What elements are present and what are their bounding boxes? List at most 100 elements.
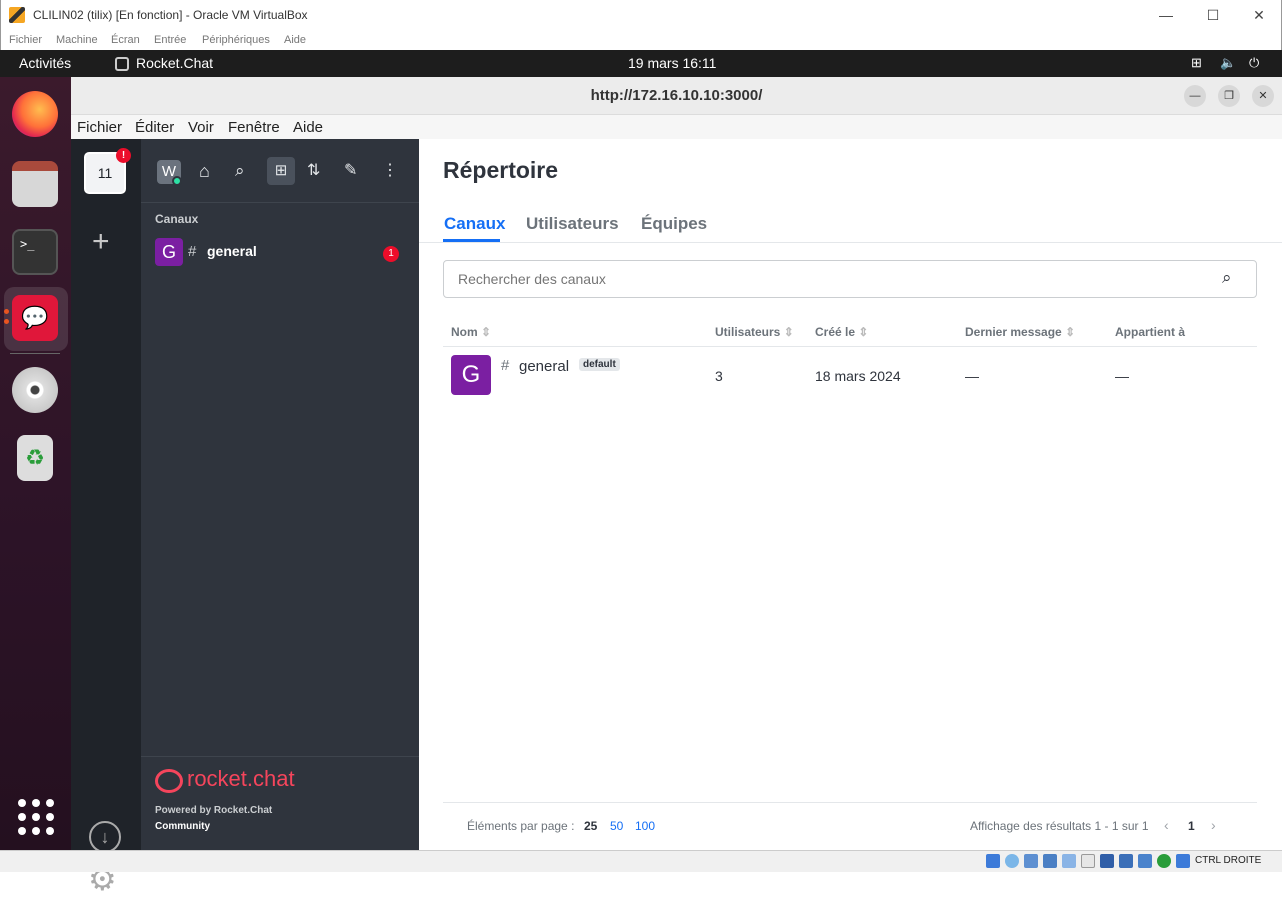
row-users: 3 — [715, 368, 723, 384]
more-options-icon[interactable]: ⋮ — [382, 160, 398, 180]
tabs-divider — [419, 242, 1282, 243]
table-row[interactable]: G # general default 3 18 mars 2024 — — — [443, 347, 1257, 407]
tab-equipes[interactable]: Équipes — [641, 214, 707, 234]
browser-window: http://172.16.10.10:3000/ — ❐ ✕ Fichier … — [71, 77, 1282, 896]
mouse-integration-icon[interactable] — [1176, 854, 1190, 868]
network-icon[interactable]: ⊞ — [1191, 55, 1202, 71]
menu-aide[interactable]: Aide — [293, 119, 323, 136]
gnome-topbar: Activités Rocket.Chat 19 mars 16:11 ⊞ 🔈 … — [0, 50, 1282, 77]
url-title: http://172.16.10.10:3000/ — [590, 87, 763, 104]
row-created: 18 mars 2024 — [815, 368, 901, 384]
create-new-icon[interactable]: ✎ — [344, 160, 357, 180]
close-button[interactable]: ✕ — [1252, 85, 1274, 107]
sort-icon: ⇕ — [858, 325, 869, 339]
search-input[interactable] — [458, 269, 1198, 289]
firefox-icon[interactable] — [12, 91, 58, 137]
search-box[interactable]: ⌕ — [443, 260, 1257, 298]
menu-fichier[interactable]: Fichier — [77, 119, 122, 136]
vb-menu-machine[interactable]: Machine — [56, 34, 98, 46]
server-rail: 11 ! + ↓ ⚙ — [71, 139, 141, 896]
disc-icon[interactable] — [12, 367, 58, 413]
display-icon[interactable] — [1100, 854, 1114, 868]
row-name: general — [519, 358, 570, 375]
optical-drive-icon[interactable] — [1005, 854, 1019, 868]
audio-icon[interactable] — [1024, 854, 1038, 868]
usb-icon[interactable] — [1062, 854, 1076, 868]
per-page-25[interactable]: 25 — [584, 819, 597, 833]
current-page[interactable]: 1 — [1188, 819, 1195, 833]
prev-page-icon[interactable]: ‹ — [1164, 817, 1169, 833]
minimize-button[interactable]: — — [1143, 4, 1189, 26]
trash-icon[interactable]: ♻ — [17, 435, 53, 481]
vb-menu-entree[interactable]: Entrée — [154, 34, 186, 46]
brand-logo: rocket.chat — [187, 766, 295, 791]
files-icon[interactable] — [12, 161, 58, 207]
rocketchat-icon[interactable]: 💬 — [12, 295, 58, 341]
maximize-button[interactable]: ☐ — [1190, 4, 1236, 26]
activities-button[interactable]: Activités — [19, 55, 71, 71]
sidebar-divider — [141, 202, 419, 203]
directory-page: Répertoire Canaux Utilisateurs Équipes ⌕… — [419, 139, 1282, 850]
next-page-icon[interactable]: › — [1211, 817, 1216, 833]
column-utilisateurs[interactable]: Utilisateurs ⇕ — [715, 325, 794, 339]
tab-canaux[interactable]: Canaux — [444, 214, 505, 234]
dock-separator — [10, 353, 60, 354]
rc-sidebar: W ⌂ ⌕ ⊞ ⇅ ✎ ⋮ Canaux G # general 1 rocke… — [141, 139, 419, 850]
menu-fenetre[interactable]: Fenêtre — [228, 119, 280, 136]
channel-avatar: G — [155, 238, 183, 266]
row-belongs: — — [1115, 368, 1129, 384]
vb-menu-fichier[interactable]: Fichier — [9, 34, 42, 46]
directory-icon[interactable]: ⊞ — [267, 157, 295, 185]
clock[interactable]: 19 mars 16:11 — [628, 55, 716, 71]
virtualization-icon[interactable] — [1157, 854, 1171, 868]
menu-voir[interactable]: Voir — [188, 119, 214, 136]
home-icon[interactable]: ⌂ — [199, 161, 210, 182]
ubuntu-dock: >_ 💬 ♻ — [0, 77, 71, 850]
menu-editer[interactable]: Éditer — [135, 119, 174, 136]
rocketchat-small-icon — [115, 57, 129, 71]
minimize-button[interactable]: — — [1184, 85, 1206, 107]
running-indicator — [4, 319, 9, 324]
search-icon[interactable]: ⌕ — [1222, 268, 1232, 288]
row-avatar: G — [451, 355, 491, 395]
download-icon[interactable]: ↓ — [89, 821, 121, 853]
shared-folders-icon[interactable] — [1081, 854, 1095, 868]
sort-icon[interactable]: ⇅ — [307, 160, 320, 180]
search-icon[interactable]: ⌕ — [235, 161, 245, 181]
vb-menu-peripheriques[interactable]: Périphériques — [202, 34, 270, 46]
channel-item-general[interactable]: G # general 1 — [141, 235, 419, 269]
host-key-label: CTRL DROITE — [1195, 855, 1262, 866]
power-icon[interactable]: ⏻ — [1249, 55, 1259, 71]
column-dernier-message[interactable]: Dernier message ⇕ — [965, 325, 1075, 339]
edition-label: Community — [155, 821, 210, 832]
app-menu-button[interactable]: Rocket.Chat — [136, 55, 213, 71]
recording-icon[interactable] — [1119, 854, 1133, 868]
vb-menu-aide[interactable]: Aide — [284, 34, 306, 46]
sort-icon: ⇕ — [481, 325, 492, 339]
close-button[interactable]: ✕ — [1236, 4, 1282, 26]
running-indicator — [4, 309, 9, 314]
default-tag: default — [579, 358, 620, 371]
per-page-50[interactable]: 50 — [610, 819, 623, 833]
network-icon[interactable] — [1043, 854, 1057, 868]
show-apps-icon[interactable] — [14, 795, 58, 839]
tab-utilisateurs[interactable]: Utilisateurs — [526, 214, 619, 234]
per-page-100[interactable]: 100 — [635, 819, 655, 833]
page-title: Répertoire — [443, 157, 559, 183]
channel-name: general — [207, 243, 257, 259]
hash-icon: # — [188, 243, 197, 260]
server-alert-badge: ! — [116, 148, 131, 163]
column-cree-le[interactable]: Créé le ⇕ — [815, 325, 868, 339]
column-nom[interactable]: Nom ⇕ — [451, 325, 491, 339]
sort-icon: ⇕ — [783, 325, 794, 339]
powered-by: Powered by Rocket.Chat — [155, 805, 273, 816]
cpu-icon[interactable] — [1138, 854, 1152, 868]
add-server-icon[interactable]: + — [92, 227, 110, 257]
volume-icon[interactable]: 🔈 — [1220, 55, 1236, 71]
virtualbox-statusbar: CTRL DROITE — [0, 850, 1282, 872]
hash-icon: # — [501, 357, 510, 374]
terminal-icon[interactable]: >_ — [12, 229, 58, 275]
vb-menu-ecran[interactable]: Écran — [111, 34, 140, 46]
restore-button[interactable]: ❐ — [1218, 85, 1240, 107]
hdd-icon[interactable] — [986, 854, 1000, 868]
